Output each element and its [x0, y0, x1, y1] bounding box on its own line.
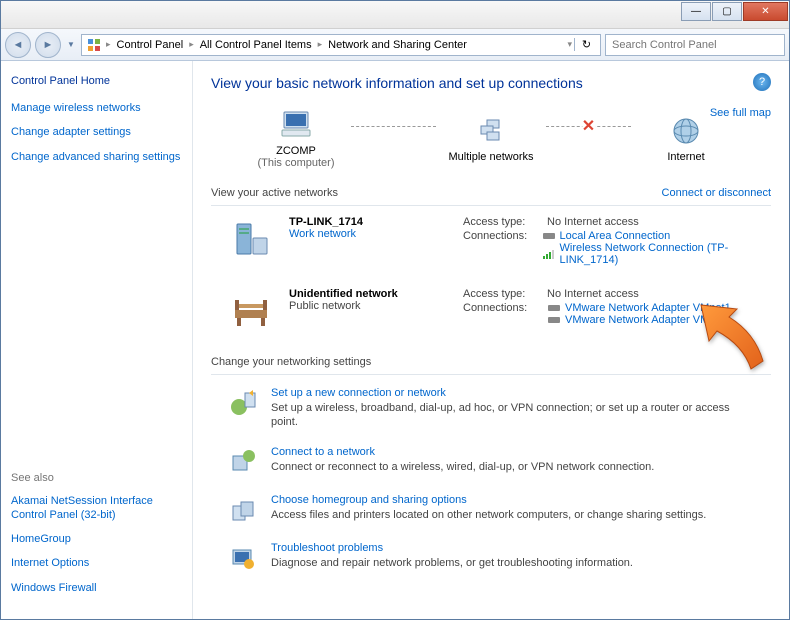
close-button[interactable]: ✕: [743, 2, 788, 21]
window: — ▢ ✕ ◄ ► ▼ ▸ Control Panel ▸ All Contro…: [0, 0, 790, 620]
body: Control Panel Home Manage wireless netwo…: [1, 61, 789, 619]
connection-link-wifi[interactable]: Wireless Network Connection (TP-LINK_171…: [542, 242, 771, 266]
access-type-label: Access type:: [463, 288, 547, 300]
network-name: TP-LINK_1714: [289, 216, 449, 228]
network-block: Unidentified network Public network Acce…: [211, 280, 771, 348]
breadcrumb-item[interactable]: Control Panel: [113, 39, 188, 51]
breadcrumb-dropdown[interactable]: ▾: [565, 39, 574, 50]
map-node-computer: ZCOMP (This computer): [241, 107, 351, 169]
search-input[interactable]: [605, 34, 785, 56]
content: ? View your basic network information an…: [193, 61, 789, 619]
server-icon: [227, 216, 275, 264]
titlebar: — ▢ ✕: [1, 1, 789, 29]
see-full-map-link[interactable]: See full map: [710, 107, 771, 119]
map-node-internet: Internet: [631, 113, 741, 163]
breadcrumb-item[interactable]: Network and Sharing Center: [324, 39, 471, 51]
connections-label: Connections:: [463, 230, 542, 266]
connection-link-vmnet8[interactable]: VMware Network Adapter VMnet8: [547, 314, 731, 326]
map-connector: ✕: [546, 126, 631, 127]
connection-link-lan[interactable]: Local Area Connection: [542, 230, 771, 242]
setting-desc: Connect or reconnect to a wireless, wire…: [271, 460, 654, 474]
sidebar-seealso-akamai[interactable]: Akamai NetSession Interface Control Pane…: [11, 494, 182, 523]
sidebar-seealso-firewall[interactable]: Windows Firewall: [11, 581, 182, 595]
bench-icon: [227, 288, 275, 336]
control-panel-home-link[interactable]: Control Panel Home: [11, 75, 182, 87]
homegroup-icon: [227, 494, 259, 526]
wifi-bars-icon: [542, 249, 556, 259]
access-type-value: No Internet access: [547, 288, 639, 300]
networks-icon: [473, 113, 509, 149]
page-title: View your basic network information and …: [211, 75, 771, 91]
ethernet-icon: [542, 231, 556, 241]
change-settings-header: Change your networking settings: [211, 356, 771, 368]
connect-network-icon: [227, 446, 259, 478]
computer-icon: [278, 107, 314, 143]
connection-link-vmnet1[interactable]: VMware Network Adapter VMnet1: [547, 302, 731, 314]
setting-title-link[interactable]: Choose homegroup and sharing options: [271, 494, 706, 506]
navbar: ◄ ► ▼ ▸ Control Panel ▸ All Control Pane…: [1, 29, 789, 61]
x-icon: ✕: [582, 116, 595, 136]
chevron-right-icon[interactable]: ▸: [104, 39, 113, 50]
ethernet-icon: [547, 303, 561, 313]
connections-label: Connections:: [463, 302, 547, 326]
map-node-label: ZCOMP: [276, 145, 316, 157]
network-name: Unidentified network: [289, 288, 449, 300]
setting-desc: Diagnose and repair network problems, or…: [271, 556, 633, 570]
network-block: TP-LINK_1714 Work network Access type:No…: [211, 208, 771, 280]
map-connector: [351, 126, 436, 127]
map-node-label: Internet: [667, 151, 704, 163]
map-node-sublabel: (This computer): [257, 157, 334, 169]
chevron-right-icon[interactable]: ▸: [316, 39, 325, 50]
setting-title-link[interactable]: Set up a new connection or network: [271, 387, 731, 399]
sidebar-link-wireless[interactable]: Manage wireless networks: [11, 101, 182, 115]
network-type-link[interactable]: Work network: [289, 228, 449, 240]
sidebar: Control Panel Home Manage wireless netwo…: [1, 61, 193, 619]
nav-back-button[interactable]: ◄: [5, 32, 31, 58]
breadcrumb[interactable]: ▸ Control Panel ▸ All Control Panel Item…: [81, 34, 601, 56]
control-panel-icon: [86, 37, 102, 53]
setting-title-link[interactable]: Connect to a network: [271, 446, 654, 458]
access-type-value: No Internet access: [547, 216, 639, 228]
setting-setup: Set up a new connection or network Set up…: [211, 379, 771, 438]
nav-history-dropdown[interactable]: ▼: [65, 32, 77, 58]
settings-list: Set up a new connection or network Set up…: [211, 379, 771, 582]
troubleshoot-icon: [227, 542, 259, 574]
setting-connect: Connect to a network Connect or reconnect…: [211, 438, 771, 486]
setting-desc: Access files and printers located on oth…: [271, 508, 706, 522]
active-networks-header: View your active networks Connect or dis…: [211, 187, 771, 199]
sidebar-seealso-internet[interactable]: Internet Options: [11, 556, 182, 570]
sidebar-seealso-homegroup[interactable]: HomeGroup: [11, 532, 182, 546]
setting-title-link[interactable]: Troubleshoot problems: [271, 542, 633, 554]
refresh-button[interactable]: ↻: [574, 38, 598, 51]
globe-icon: [668, 113, 704, 149]
maximize-button[interactable]: ▢: [712, 2, 742, 21]
setting-homegroup: Choose homegroup and sharing options Acce…: [211, 486, 771, 534]
breadcrumb-item[interactable]: All Control Panel Items: [196, 39, 316, 51]
map-node-label: Multiple networks: [449, 151, 534, 163]
ethernet-icon: [547, 315, 561, 325]
connect-disconnect-link[interactable]: Connect or disconnect: [662, 187, 771, 199]
network-type: Public network: [289, 300, 449, 312]
access-type-label: Access type:: [463, 216, 547, 228]
network-map: See full map ZCOMP (This computer) Multi…: [211, 107, 771, 179]
sidebar-link-sharing[interactable]: Change advanced sharing settings: [11, 150, 182, 164]
nav-forward-button[interactable]: ►: [35, 32, 61, 58]
setting-desc: Set up a wireless, broadband, dial-up, a…: [271, 401, 731, 430]
see-also-header: See also: [11, 472, 182, 484]
setting-troubleshoot: Troubleshoot problems Diagnose and repair…: [211, 534, 771, 582]
sidebar-link-adapter[interactable]: Change adapter settings: [11, 125, 182, 139]
chevron-right-icon[interactable]: ▸: [187, 39, 196, 50]
new-connection-icon: [227, 387, 259, 419]
map-node-multiple: Multiple networks: [436, 113, 546, 163]
help-icon[interactable]: ?: [753, 73, 771, 91]
minimize-button[interactable]: —: [681, 2, 711, 21]
